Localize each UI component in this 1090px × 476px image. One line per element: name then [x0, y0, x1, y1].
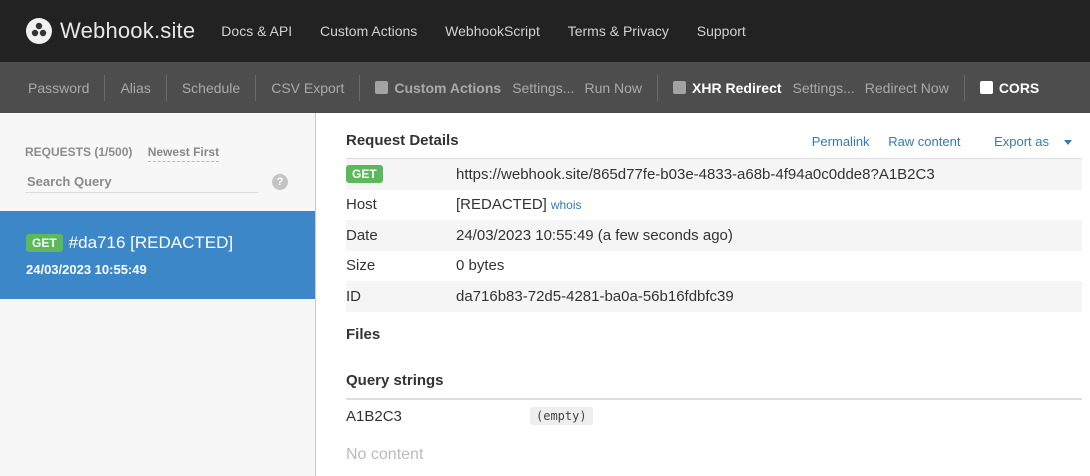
- custom-actions-toggle[interactable]: Custom Actions: [360, 80, 507, 96]
- request-url-link[interactable]: https://webhook.site/865d77fe-b03e-4833-…: [456, 166, 935, 183]
- xhr-redirect-label: XHR Redirect: [692, 79, 782, 96]
- whois-link[interactable]: whois: [551, 198, 582, 212]
- nav-webhookscript[interactable]: WebhookScript: [445, 23, 540, 39]
- query-string-row: A1B2C3 (empty): [346, 403, 1082, 429]
- request-item-title-row: GET #da716 [REDACTED]: [26, 233, 233, 253]
- method-badge: GET: [26, 234, 63, 252]
- request-item-title: #da716 [REDACTED]: [68, 233, 234, 252]
- nav-support[interactable]: Support: [697, 23, 746, 39]
- query-key: A1B2C3: [346, 407, 402, 425]
- details-table: GET https://webhook.site/865d77fe-b03e-4…: [346, 158, 1082, 312]
- custom-actions-checkbox[interactable]: [375, 81, 389, 94]
- schedule-button[interactable]: Schedule: [167, 80, 255, 96]
- nav-custom-actions[interactable]: Custom Actions: [320, 23, 417, 39]
- help-icon[interactable]: ?: [272, 174, 288, 190]
- date-value: 24/03/2023 10:55:49 (a few seconds ago): [456, 226, 733, 244]
- sort-order-toggle[interactable]: Newest First: [147, 145, 220, 162]
- custom-actions-settings-button[interactable]: Settings...: [507, 80, 579, 96]
- details-key: ID: [346, 287, 361, 305]
- permalink-link[interactable]: Permalink: [812, 134, 870, 149]
- size-value: 0 bytes: [456, 257, 505, 275]
- details-row-date: Date 24/03/2023 10:55:49 (a few seconds …: [346, 220, 1082, 251]
- details-row-url: GET https://webhook.site/865d77fe-b03e-4…: [346, 159, 1082, 190]
- xhr-settings-button[interactable]: Settings...: [788, 80, 860, 96]
- requests-sidebar: REQUESTS (1/500) Newest First ? GET #da7…: [0, 113, 316, 476]
- custom-actions-label: Custom Actions: [394, 79, 502, 96]
- request-item-timestamp: 24/03/2023 10:55:49: [26, 262, 147, 277]
- cors-toggle[interactable]: CORS: [965, 80, 1045, 96]
- host-value: [REDACTED] whois: [456, 196, 582, 213]
- details-row-size: Size 0 bytes: [346, 251, 1082, 282]
- details-key: Date: [346, 226, 378, 244]
- webhook-logo-icon: [26, 18, 52, 44]
- nav-docs-api[interactable]: Docs & API: [221, 23, 292, 39]
- request-actions: Permalink Raw content Export as: [797, 134, 1072, 149]
- top-navbar: Webhook.site Docs & API Custom Actions W…: [0, 0, 1090, 62]
- brand[interactable]: Webhook.site: [26, 18, 195, 44]
- cors-checkbox[interactable]: [979, 81, 993, 94]
- alias-button[interactable]: Alias: [105, 80, 165, 96]
- export-as-label: Export as: [994, 134, 1049, 149]
- method-badge: GET: [346, 165, 383, 184]
- xhr-redirect-checkbox[interactable]: [673, 81, 687, 94]
- query-strings-title: Query strings: [346, 372, 444, 389]
- divider: [346, 398, 1082, 400]
- no-content-text: No content: [346, 446, 424, 463]
- csv-export-button[interactable]: CSV Export: [256, 80, 359, 96]
- query-value: (empty): [530, 407, 593, 425]
- brand-name: Webhook.site: [60, 18, 196, 43]
- caret-down-icon: [1064, 140, 1072, 146]
- run-now-button[interactable]: Run Now: [579, 80, 657, 96]
- requests-count: REQUESTS (1/500): [25, 145, 133, 159]
- request-details-title: Request Details: [346, 132, 459, 149]
- details-row-id: ID da716b83-72d5-4281-ba0a-56b16fdbfc39: [346, 281, 1082, 312]
- details-row-host: Host [REDACTED] whois: [346, 190, 1082, 221]
- files-title: Files: [346, 326, 381, 343]
- raw-content-link[interactable]: Raw content: [888, 134, 960, 149]
- search-input[interactable]: [25, 171, 258, 193]
- request-list-item[interactable]: GET #da716 [REDACTED] 24/03/2023 10:55:4…: [0, 211, 315, 299]
- main-nav: Docs & API Custom Actions WebhookScript …: [209, 23, 758, 39]
- host-text: [REDACTED]: [456, 196, 547, 214]
- nav-terms-privacy[interactable]: Terms & Privacy: [568, 23, 669, 39]
- requests-header: REQUESTS (1/500) Newest First: [25, 145, 220, 162]
- xhr-redirect-toggle[interactable]: XHR Redirect: [658, 80, 787, 96]
- details-key: Host: [346, 196, 377, 214]
- id-value: da716b83-72d5-4281-ba0a-56b16fdbfc39: [456, 287, 734, 305]
- password-button[interactable]: Password: [0, 80, 104, 96]
- redirect-now-button[interactable]: Redirect Now: [860, 80, 964, 96]
- toolbar: Password Alias Schedule CSV Export Custo…: [0, 62, 1090, 113]
- details-key: Size: [346, 257, 376, 275]
- export-as-dropdown[interactable]: Export as: [979, 134, 1072, 149]
- details-key: GET: [346, 165, 456, 184]
- cors-label: CORS: [998, 79, 1040, 96]
- request-details-panel: Request Details Permalink Raw content Ex…: [316, 113, 1090, 476]
